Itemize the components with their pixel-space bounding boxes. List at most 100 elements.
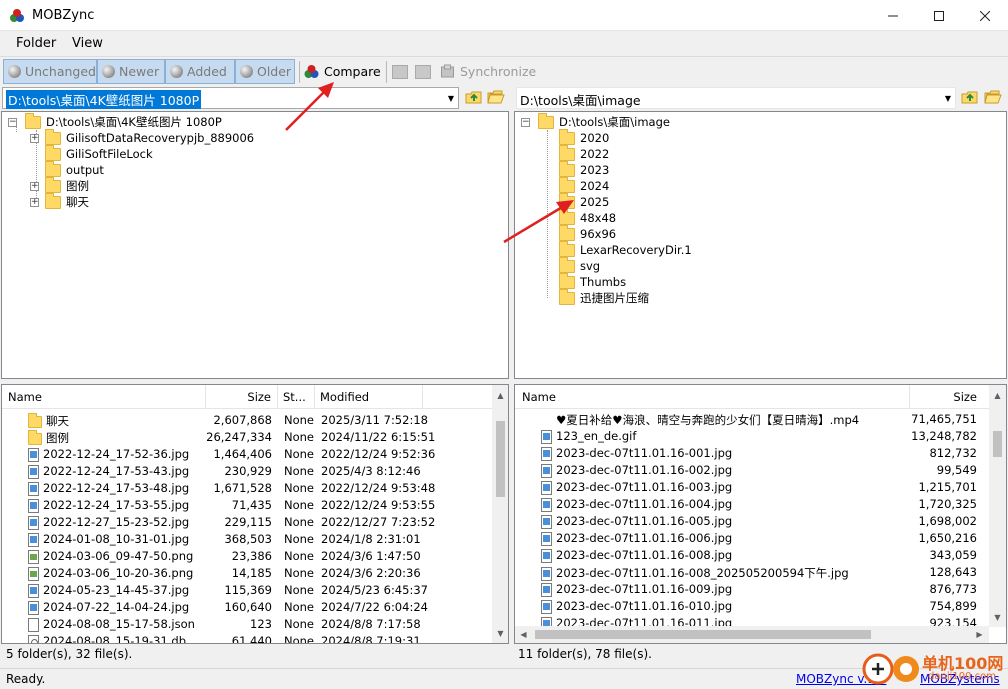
scroll-up-icon[interactable]: ▲ [989,387,1006,403]
table-row[interactable]: 2022-12-24_17-52-36.jpg 1,464,406 None 2022… [2,446,492,463]
synchronize-button[interactable]: Synchronize [439,59,536,84]
column-header-size[interactable]: Size [206,385,278,409]
filter-added-button[interactable]: Added [165,59,235,84]
left-list-scrollbar[interactable]: ▲ ▼ [492,385,508,643]
compare-button[interactable]: Compare [303,59,381,84]
table-row[interactable]: 2023-dec-07t11.01.16-008.jpg 343,059 [515,547,989,564]
scroll-down-icon[interactable]: ▼ [989,609,1006,625]
tree-item[interactable]: + 聊天 [30,192,89,210]
table-row[interactable]: 2023-dec-07t11.01.16-009.jpg 876,773 [515,581,989,598]
table-row[interactable]: 2024-07-22_14-04-24.jpg 160,640 None 2024/7… [2,599,492,616]
tree-item[interactable]: LexarRecoveryDir.1 [559,240,692,258]
table-row[interactable]: 2023-dec-07t11.01.16-006.jpg 1,650,216 [515,530,989,547]
filter-label: Unchanged [24,64,96,79]
filter-newer-button[interactable]: Newer [97,59,165,84]
folder-open-icon[interactable] [487,89,505,105]
tree-label: D:\tools\桌面\4K壁纸图片 1080P [46,115,222,129]
table-row[interactable]: 2022-12-27_15-23-52.jpg 229,115 None 2022/1… [2,514,492,531]
menu-folder[interactable]: Folder [16,36,56,51]
table-row[interactable]: 2023-dec-07t11.01.16-004.jpg 1,720,325 [515,496,989,513]
table-row[interactable]: 2023-dec-07t11.01.16-003.jpg 1,215,701 [515,479,989,496]
scroll-thumb[interactable] [993,431,1002,457]
expand-icon[interactable]: + [30,181,39,191]
table-row[interactable]: 2023-dec-07t11.01.16-008_202505200594下午.… [515,564,989,581]
expand-icon[interactable]: + [30,133,39,143]
folder-up-icon[interactable] [465,89,483,105]
table-row[interactable]: 2024-01-08_10-31-01.jpg 368,503 None 2024/1… [2,531,492,548]
compare-label: Compare [324,64,381,79]
file-size: 754,899 [929,599,977,613]
table-row[interactable]: 2024-03-06_09-47-50.png 23,386 None 2024/3/… [2,548,492,565]
scroll-thumb[interactable] [535,630,871,639]
table-row[interactable]: 2023-dec-07t11.01.16-001.jpg 812,732 [515,445,989,462]
scroll-right-icon[interactable]: ▶ [971,626,988,642]
right-path-combo[interactable]: D:\tools\桌面\image ▼ [516,87,956,109]
table-row[interactable]: 2024-05-23_14-45-37.jpg 115,369 None 2024/5… [2,582,492,599]
column-header-name[interactable]: Name [515,385,910,409]
table-row[interactable]: 2023-dec-07t11.01.16-002.jpg 99,549 [515,462,989,479]
table-row[interactable]: 2023-dec-07t11.01.16-005.jpg 1,698,002 [515,513,989,530]
right-path-text: D:\tools\桌面\image [520,93,641,108]
column-header-name[interactable]: Name [2,385,206,409]
scroll-thumb[interactable] [496,421,505,497]
file-status: None [284,464,315,478]
tree-item[interactable]: Thumbs [559,272,626,290]
close-button[interactable] [962,0,1008,31]
synchronize-icon [441,64,454,77]
table-row[interactable]: ♥夏日补给♥海浪、晴空与奔跑的少女们【夏日晴海】.mp4 71,465,751 [515,411,989,428]
table-row[interactable]: 2022-12-24_17-53-48.jpg 1,671,528 None 2022… [2,480,492,497]
tree-item[interactable]: + GilisoftDataRecoverypjb_889006 [30,128,254,146]
tree-item[interactable]: + 图例 [30,176,89,194]
file-name: 2024-03-06_09-47-50.png [43,549,194,563]
minimize-button[interactable] [870,0,916,31]
folder-open-icon[interactable] [984,89,1002,105]
copy-left-button[interactable] [415,59,431,84]
tree-label: 96x96 [580,227,617,241]
maximize-button[interactable] [916,0,962,31]
scroll-up-icon[interactable]: ▲ [492,387,508,403]
column-header-modified[interactable]: Modified [315,385,423,409]
left-path-combo[interactable]: D:\tools\桌面\4K壁纸图片 1080P ▼ [2,87,459,109]
table-row[interactable]: 聊天 2,607,868 None 2025/3/11 7:52:18 [2,412,492,429]
file-status: None [284,566,315,580]
file-modified: 2022/12/27 7:23:52 [321,515,436,529]
table-row[interactable]: 2022-12-24_17-53-55.jpg 71,435 None 2022/12… [2,497,492,514]
table-row[interactable]: 123_en_de.gif 13,248,782 [515,428,989,445]
tree-label: output [66,163,104,177]
folder-icon [559,128,575,145]
left-path-row: D:\tools\桌面\4K壁纸图片 1080P ▼ [0,87,510,109]
collapse-icon[interactable]: − [521,117,530,127]
table-row[interactable]: 2024-08-08_15-19-31.db 61,440 None 2024/8/8… [2,633,492,643]
file-name: 2024-05-23_14-45-37.jpg [43,583,190,597]
table-row[interactable]: 2024-03-06_10-20-36.png 14,185 None 2024/3/… [2,565,492,582]
column-header-status[interactable]: St... [278,385,315,409]
menu-view[interactable]: View [72,36,103,51]
folder-up-icon[interactable] [961,89,979,105]
table-row[interactable]: 2023-dec-07t11.01.16-010.jpg 754,899 [515,598,989,615]
table-row[interactable]: 2022-12-24_17-53-43.jpg 230,929 None 2025/4… [2,463,492,480]
copy-right-button[interactable] [392,59,408,84]
table-row[interactable]: 图例 26,247,334 None 2024/11/22 6:15:51 [2,429,492,446]
tree-item[interactable]: 迅捷图片压缩 [559,288,649,306]
folder-icon [559,160,575,177]
image-file-icon [28,583,39,598]
column-header-size[interactable]: Size [910,385,989,409]
tree-root[interactable]: − D:\tools\桌面\image [521,112,670,130]
right-list-scrollbar[interactable]: ▲ ▼ [989,385,1006,627]
database-file-icon [28,634,39,643]
filter-older-button[interactable]: Older [235,59,295,84]
right-horizontal-scrollbar[interactable]: ◀ ▶ [515,626,989,643]
scroll-left-icon[interactable]: ◀ [515,626,532,642]
png-file-icon [28,549,39,564]
file-name: 2023-dec-07t11.01.16-009.jpg [556,582,733,596]
filter-unchanged-button[interactable]: Unchanged [3,59,97,84]
chevron-down-icon[interactable]: ▼ [444,88,458,108]
tree-item[interactable]: GiliSoftFileLock [45,144,153,162]
chevron-down-icon[interactable]: ▼ [941,88,955,108]
tree-root[interactable]: − D:\tools\桌面\4K壁纸图片 1080P [8,112,222,130]
expand-icon[interactable]: + [30,197,39,207]
table-row[interactable]: 2024-08-08_15-17-58.json 123 None 2024/8/8 … [2,616,492,633]
image-file-icon [28,515,39,530]
scroll-down-icon[interactable]: ▼ [492,625,508,641]
collapse-icon[interactable]: − [8,117,17,127]
